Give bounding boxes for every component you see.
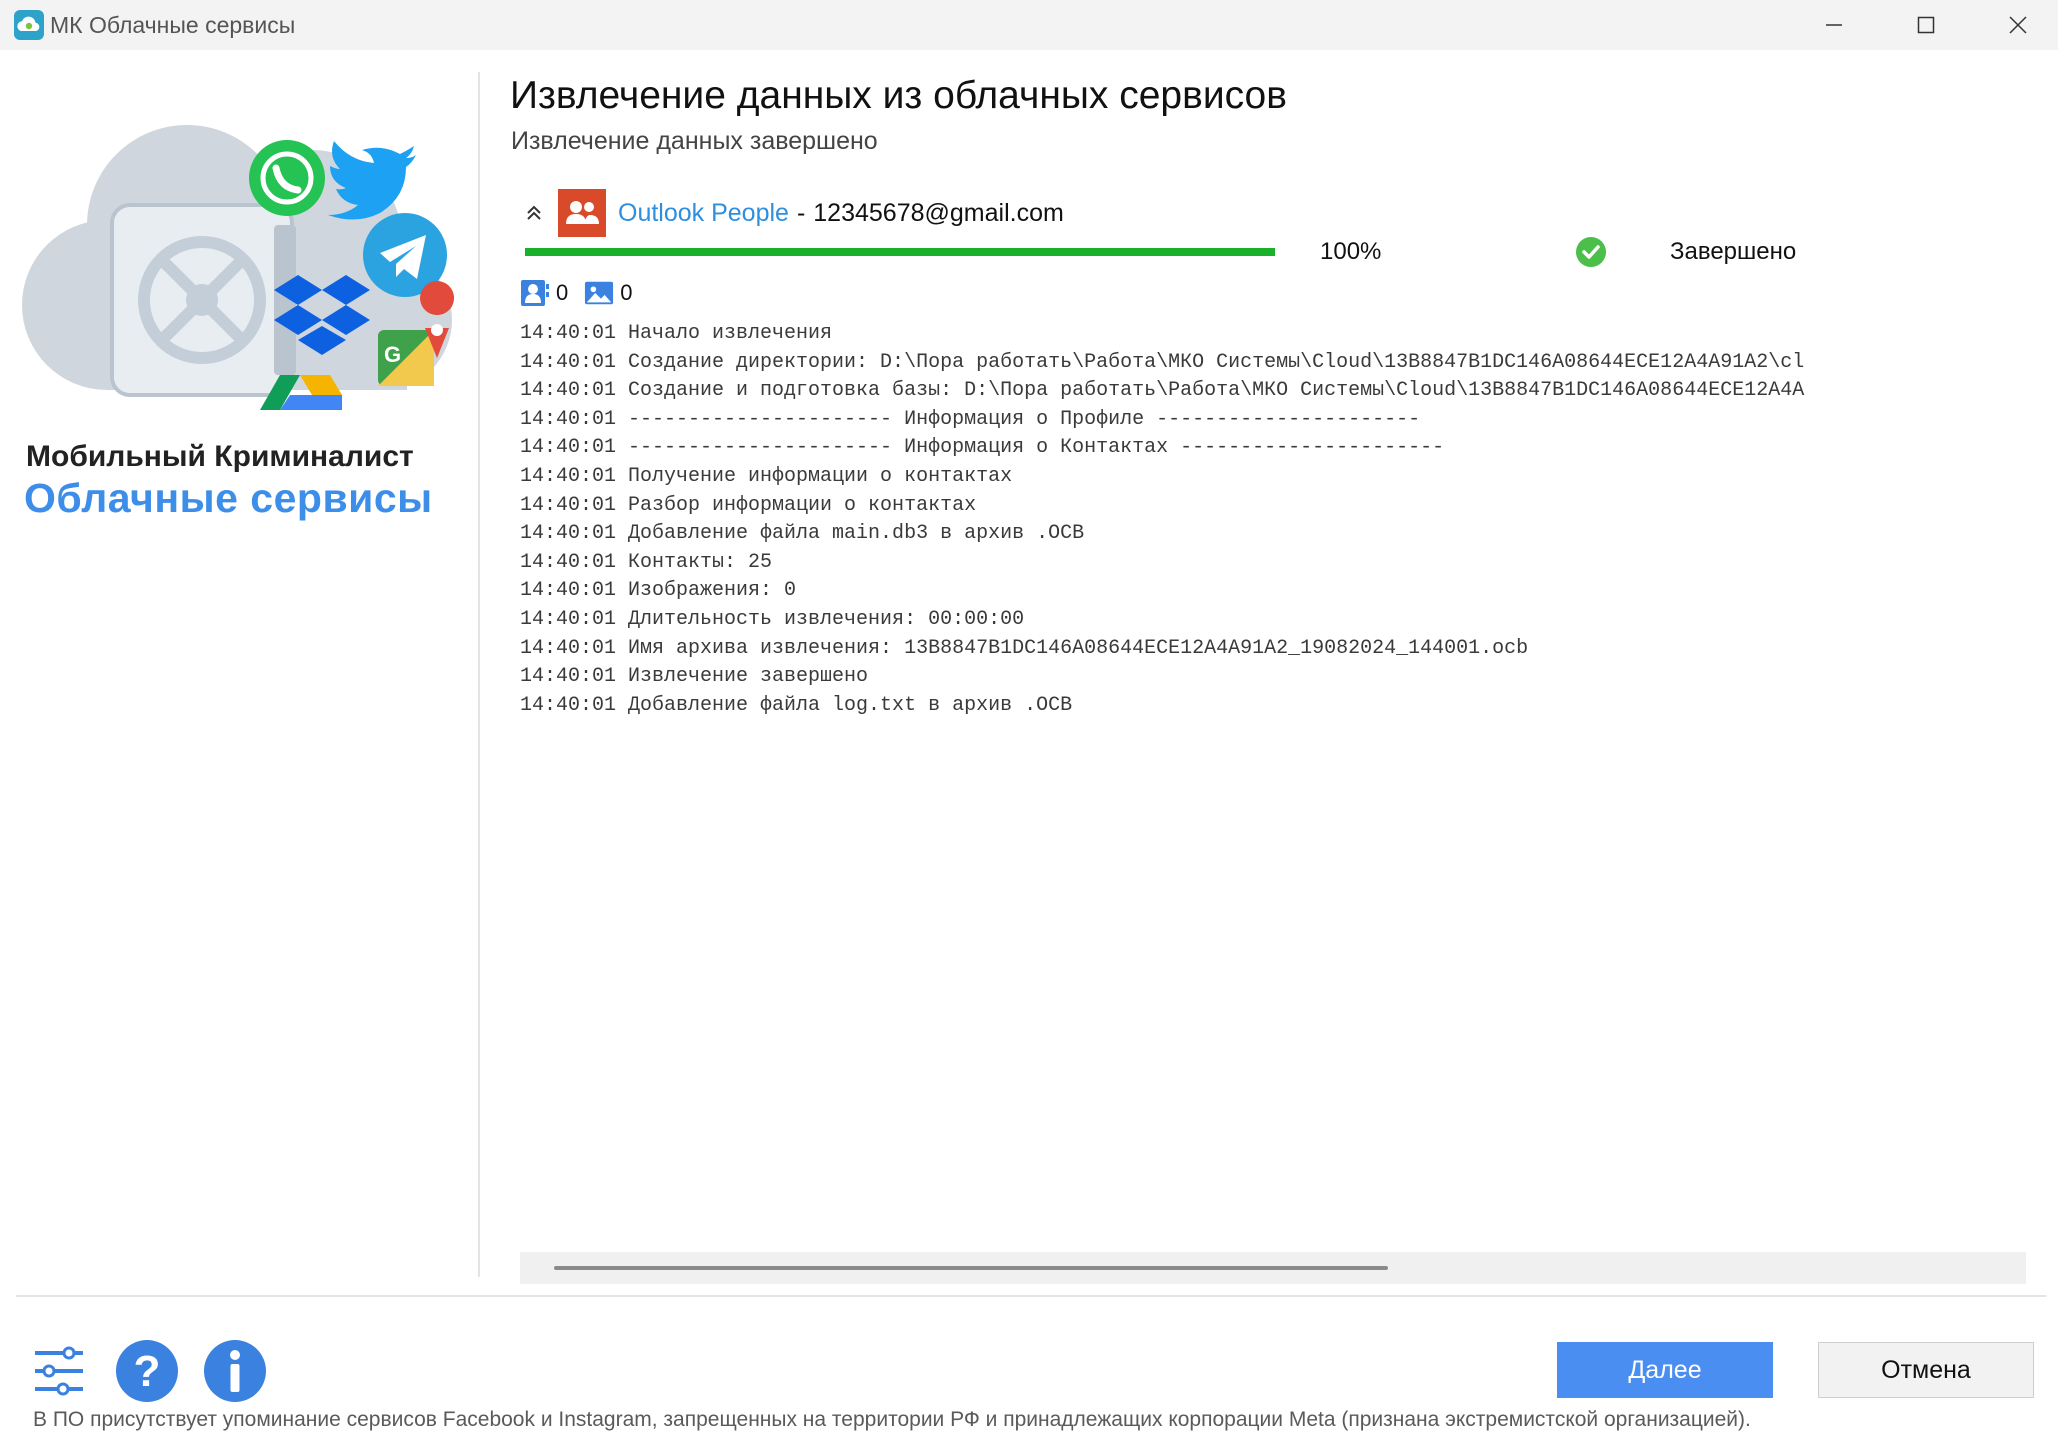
- window-title: МК Облачные сервисы: [50, 12, 296, 38]
- log-line: 14:40:01 Создание директории: D:\Пора ра…: [520, 350, 1805, 374]
- minimize-button[interactable]: [1788, 0, 1880, 50]
- safe-icon: [110, 203, 296, 397]
- log-line: 14:40:01 Извлечение завершено: [520, 665, 869, 689]
- branding-panel: G Мобильный Криминалист Облачные сервисы: [0, 50, 480, 1275]
- images-icon: [584, 278, 614, 308]
- app-cloud-icon: [14, 10, 44, 40]
- progress-percent: 100%: [1320, 238, 1382, 265]
- page-subtitle: Извлечение данных завершено: [511, 127, 878, 155]
- scrollbar-thumb[interactable]: [554, 1266, 1388, 1270]
- service-name-link[interactable]: Outlook People: [618, 199, 789, 228]
- log-line: 14:40:01 Контакты: 25: [520, 550, 773, 574]
- extraction-task-header: Outlook People - 12345678@gmail.com: [520, 188, 1064, 238]
- extraction-log: 14:40:01 Начало извлечения 14:40:01 Созда…: [520, 320, 2025, 1250]
- close-icon: [2009, 16, 2027, 34]
- service-separator: -: [796, 198, 806, 227]
- footer-divider: [16, 1295, 2046, 1297]
- title-bar: МК Облачные сервисы: [0, 0, 2058, 50]
- vertical-divider: [478, 72, 480, 1277]
- legal-disclaimer: В ПО присутствует упоминание сервисов Fa…: [33, 1408, 1751, 1431]
- page-title: Извлечение данных из облачных сервисов: [510, 74, 1287, 117]
- svg-text:?: ?: [134, 1347, 161, 1396]
- log-line: 14:40:01 Добавление файла main.db3 в арх…: [520, 522, 1085, 546]
- settings-icon[interactable]: [26, 1338, 92, 1404]
- brand-subtitle: Облачные сервисы: [24, 475, 433, 521]
- collapse-chevron-icon[interactable]: [520, 198, 548, 228]
- status-label: Завершено: [1670, 238, 1797, 265]
- info-icon[interactable]: [202, 1338, 268, 1404]
- maximize-icon: [1917, 16, 1935, 34]
- outlook-people-icon: [558, 189, 606, 237]
- log-line: 14:40:01 Добавление файла log.txt в архи…: [520, 693, 1073, 717]
- whatsapp-icon: [249, 140, 325, 216]
- svg-text:G: G: [384, 342, 401, 367]
- account-email: 12345678@gmail.com: [813, 198, 1064, 227]
- log-line: 14:40:01 ---------------------- Информац…: [520, 407, 1421, 431]
- log-line: 14:40:01 ---------------------- Информац…: [520, 436, 1445, 460]
- minimize-icon: [1826, 24, 1842, 26]
- cloud-services-illustration: G: [22, 125, 455, 410]
- extraction-counters: 0 0: [520, 276, 649, 310]
- close-button[interactable]: [1972, 0, 2058, 50]
- next-button[interactable]: Далее: [1557, 1342, 1773, 1398]
- log-line: 14:40:01 Создание и подготовка базы: D:\…: [520, 379, 1805, 403]
- log-line: 14:40:01 Начало извлечения: [520, 322, 833, 345]
- maximize-button[interactable]: [1880, 0, 1972, 50]
- log-line: 14:40:01 Длительность извлечения: 00:00:…: [520, 607, 1025, 631]
- log-line: 14:40:01 Имя архива извлечения: 13B8847B…: [520, 636, 1529, 660]
- progress-bar-fill: [525, 248, 1275, 256]
- log-horizontal-scrollbar[interactable]: [520, 1252, 2026, 1284]
- help-icon[interactable]: ?: [114, 1338, 180, 1404]
- contacts-count: 0: [556, 280, 569, 305]
- progress-bar: [525, 248, 1275, 256]
- images-count: 0: [620, 280, 633, 305]
- success-check-icon: [1576, 237, 1606, 267]
- log-line: 14:40:01 Получение информации о контакта…: [520, 464, 1013, 488]
- contacts-icon: [520, 278, 550, 308]
- log-line: 14:40:01 Изображения: 0: [520, 579, 797, 603]
- brand-title: Мобильный Криминалист: [26, 440, 414, 473]
- log-line: 14:40:01 Разбор информации о контактах: [520, 493, 977, 517]
- cancel-button[interactable]: Отмена: [1818, 1342, 2034, 1398]
